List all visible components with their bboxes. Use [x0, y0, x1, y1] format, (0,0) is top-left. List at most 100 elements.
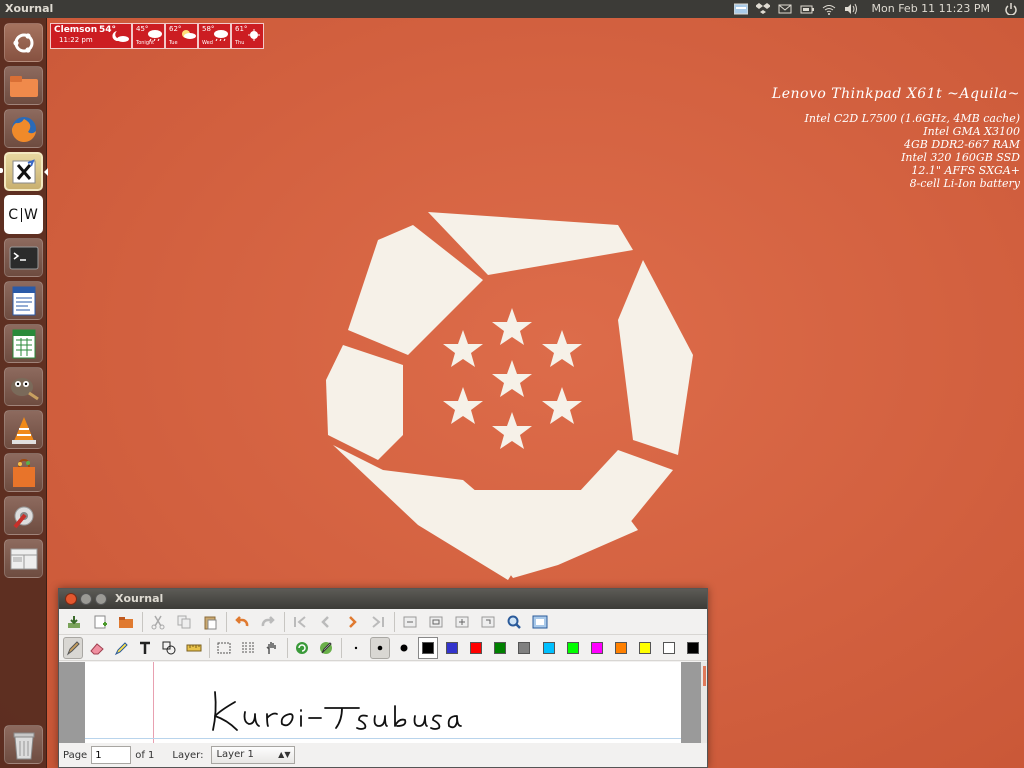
color-orange-button[interactable]: [611, 637, 631, 659]
xournal-window[interactable]: Xournal Page 1 of 1 Layer: Layer 1 ▲▼: [58, 588, 708, 768]
launcher-software-center[interactable]: [4, 453, 43, 492]
shape-recognizer-button[interactable]: [159, 637, 179, 659]
undo-button[interactable]: [231, 611, 253, 633]
color-lightgreen-button[interactable]: [563, 637, 583, 659]
eraser-tool-button[interactable]: [87, 637, 107, 659]
thickness-thick-button[interactable]: [394, 637, 414, 659]
save-button[interactable]: [63, 611, 85, 633]
color-magenta-button[interactable]: [587, 637, 607, 659]
last-page-button[interactable]: [367, 611, 389, 633]
first-page-button[interactable]: [289, 611, 311, 633]
launcher-system-settings[interactable]: [4, 496, 43, 535]
prev-page-button[interactable]: [315, 611, 337, 633]
paste-icon: [204, 616, 217, 629]
color-black-button[interactable]: [417, 636, 439, 659]
clock[interactable]: Mon Feb 11 11:23 PM: [872, 0, 990, 18]
mail-icon[interactable]: [778, 3, 792, 15]
launcher-firefox[interactable]: [4, 109, 43, 148]
launcher-trash[interactable]: [4, 725, 43, 764]
zoom-100-button[interactable]: [425, 611, 447, 633]
paste-button[interactable]: [199, 611, 221, 633]
dash-home-button[interactable]: [4, 23, 43, 62]
vertical-scrollbar[interactable]: [701, 662, 707, 744]
volume-icon[interactable]: [844, 3, 858, 15]
dot-small-icon: [354, 646, 357, 649]
minimize-button[interactable]: [80, 593, 92, 605]
color-white-button[interactable]: [659, 637, 679, 659]
default-pen-button[interactable]: [316, 637, 336, 659]
color-other-button[interactable]: [683, 637, 703, 659]
undo-icon: [235, 615, 249, 626]
launcher-terminal[interactable]: [4, 238, 43, 277]
wifi-icon[interactable]: [822, 3, 836, 15]
text-tool-button[interactable]: [135, 637, 155, 659]
launcher-gimp[interactable]: [4, 367, 43, 406]
window-titlebar[interactable]: Xournal: [59, 589, 707, 609]
next-page-button[interactable]: [341, 611, 363, 633]
trash-icon: [13, 732, 34, 759]
scrollbar-thumb[interactable]: [703, 666, 706, 686]
system-info-text: Lenovo Thinkpad X61t ~Aquila~ Intel C2D …: [772, 86, 1020, 190]
folder-icon: [9, 75, 38, 97]
color-red-button[interactable]: [466, 637, 486, 659]
launcher-workspaces[interactable]: [4, 539, 43, 578]
cut-button[interactable]: [147, 611, 169, 633]
select-region-button[interactable]: [213, 637, 233, 659]
launcher-vlc[interactable]: [4, 410, 43, 449]
toolbar-separator: [226, 611, 227, 632]
color-swatch: [614, 641, 627, 654]
document-icon: [12, 286, 35, 315]
pen-green-icon: [319, 641, 332, 654]
color-gray-button[interactable]: [514, 637, 534, 659]
close-button[interactable]: [65, 593, 77, 605]
toolbar-separator: [208, 637, 210, 658]
copy-button[interactable]: [173, 611, 195, 633]
battery-icon[interactable]: [800, 3, 814, 15]
new-button[interactable]: [89, 611, 111, 633]
color-yellow-button[interactable]: [635, 637, 655, 659]
color-blue-button[interactable]: [442, 637, 462, 659]
weather-time: 11:22 pm: [59, 36, 93, 44]
redo-button[interactable]: [257, 611, 279, 633]
thickness-fine-button[interactable]: [346, 637, 366, 659]
thickness-medium-button[interactable]: [369, 636, 390, 659]
dropbox-icon[interactable]: [755, 3, 770, 15]
hand-tool-button[interactable]: [262, 637, 282, 659]
zoom-fit-button[interactable]: [451, 611, 473, 633]
save-icon: [68, 615, 80, 628]
launcher-cw-app[interactable]: CW: [4, 195, 43, 234]
default-tool-button[interactable]: [292, 637, 312, 659]
keyboard-icon[interactable]: [733, 3, 748, 15]
power-icon[interactable]: [1004, 3, 1018, 15]
drawing-canvas-area[interactable]: [59, 662, 707, 744]
weather-widget[interactable]: Clemson 11:22 pm 54° 45° Tonight 62° Tue…: [50, 23, 264, 49]
open-button[interactable]: [115, 611, 137, 633]
forecast-day-label: Wed: [202, 40, 213, 46]
hand-icon: [266, 641, 276, 654]
color-green-button[interactable]: [490, 637, 510, 659]
maximize-button[interactable]: [95, 593, 107, 605]
fullscreen-button[interactable]: [529, 611, 551, 633]
fullscreen-icon: [532, 615, 548, 628]
pen-tool-button[interactable]: [63, 636, 84, 659]
color-lightblue-button[interactable]: [538, 637, 558, 659]
first-page-icon: [294, 615, 306, 628]
forecast-day: 58° Wed: [198, 23, 231, 49]
zoom-button[interactable]: [503, 611, 525, 633]
ruler-button[interactable]: [184, 637, 204, 659]
vertical-space-icon: [242, 641, 254, 654]
zoom-out-button[interactable]: [399, 611, 421, 633]
launcher-files[interactable]: [4, 66, 43, 105]
launcher-calc[interactable]: [4, 324, 43, 363]
highlighter-tool-button[interactable]: [111, 637, 131, 659]
color-swatch: [494, 641, 507, 654]
select-rectangle-button[interactable]: [238, 637, 258, 659]
launcher-writer[interactable]: [4, 281, 43, 320]
sun-icon: [248, 29, 260, 41]
color-swatch: [446, 641, 459, 654]
launcher-xournal[interactable]: [4, 152, 43, 191]
layer-dropdown[interactable]: Layer 1 ▲▼: [211, 746, 296, 764]
notebook-page[interactable]: [85, 662, 681, 744]
page-number-input[interactable]: [91, 746, 132, 764]
zoom-in-button[interactable]: [477, 611, 499, 633]
